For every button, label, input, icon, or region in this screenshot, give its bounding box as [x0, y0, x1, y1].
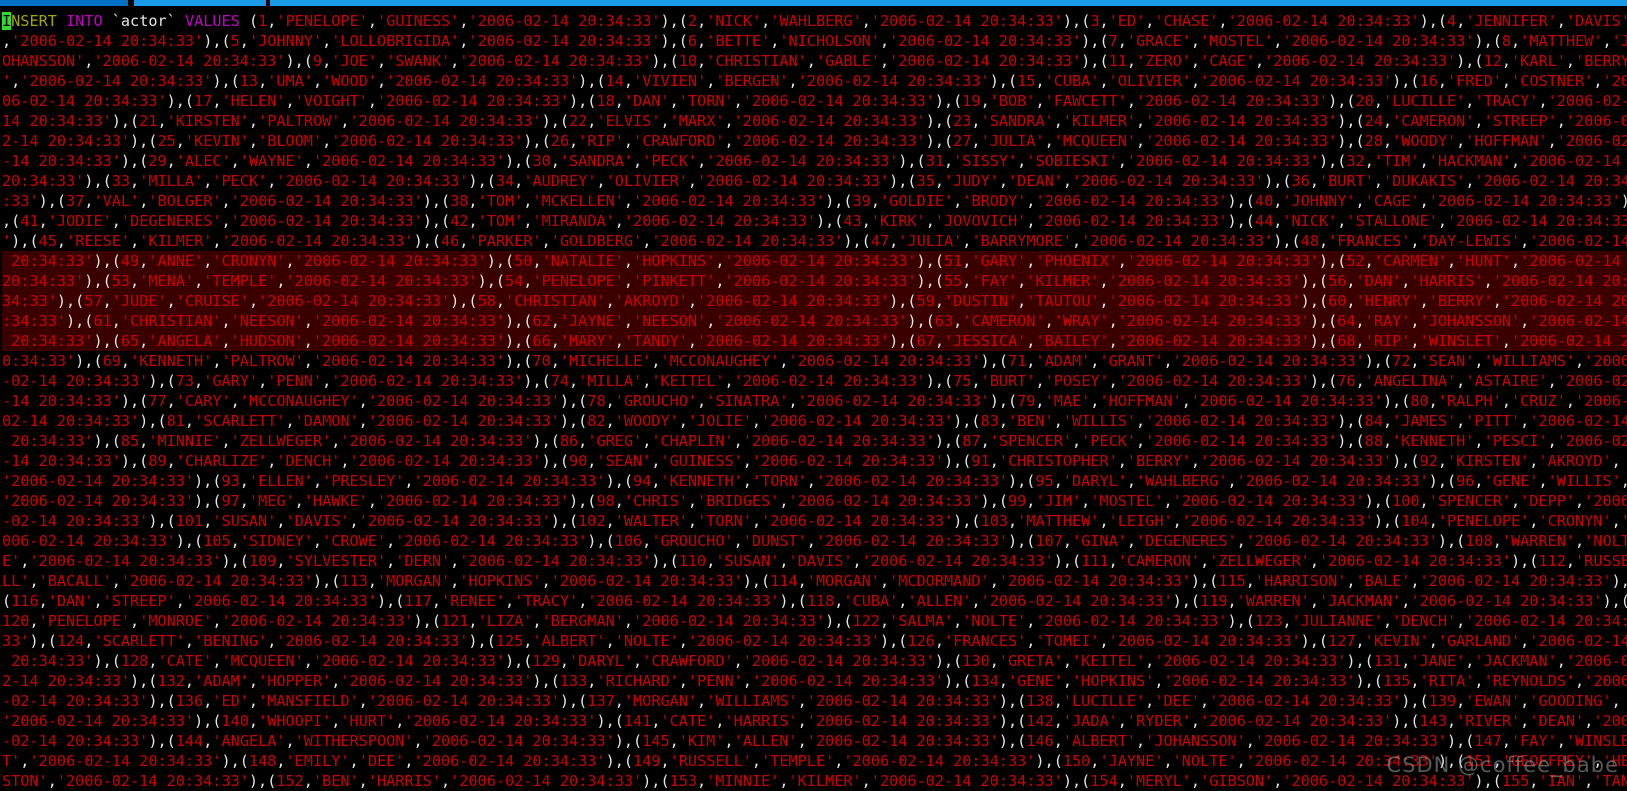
code-line[interactable]: :34:33'),(61,'CHRISTIAN','NEESON','2006-… — [2, 311, 1627, 331]
code-line[interactable]: E','2006-02-14 20:34:33'),(109,'SYLVESTE… — [2, 551, 1627, 571]
code-line[interactable]: '2006-02-14 20:34:33'),(140,'WHOOPI','HU… — [2, 711, 1627, 731]
code-line[interactable]: 20:34:33'),(128,'CATE','MCQUEEN','2006-0… — [2, 651, 1627, 671]
code-line[interactable]: '2006-02-14 20:34:33'),(93,'ELLEN','PRES… — [2, 471, 1627, 491]
code-line[interactable]: 20:34:33'),(53,'MENA','TEMPLE','2006-02-… — [2, 271, 1627, 291]
code-line[interactable]: T','2006-02-14 20:34:33'),(148,'EMILY','… — [2, 751, 1627, 771]
code-line[interactable]: OHANSSON','2006-02-14 20:34:33'),(9,'JOE… — [2, 51, 1627, 71]
code-line[interactable]: -02-14 20:34:33'),(136,'ED','MANSFIELD',… — [2, 691, 1627, 711]
code-line[interactable]: 2-14 20:34:33'),(25,'KEVIN','BLOOM','200… — [2, 131, 1627, 151]
code-line[interactable]: STON','2006-02-14 20:34:33'),(152,'BEN',… — [2, 771, 1627, 791]
code-line[interactable]: 06-02-14 20:34:33'),(17,'HELEN','VOIGHT'… — [2, 91, 1627, 111]
code-line[interactable]: 20:34:33'),(33,'MILLA','PECK','2006-02-1… — [2, 171, 1627, 191]
code-line[interactable]: 20:34:33'),(85,'MINNIE','ZELLWEGER','200… — [2, 431, 1627, 451]
code-line[interactable]: '),(45,'REESE','KILMER','2006-02-14 20:3… — [2, 231, 1627, 251]
code-line[interactable]: 34:33'),(57,'JUDE','CRUISE','2006-02-14 … — [2, 291, 1627, 311]
code-line[interactable]: (116,'DAN','STREEP','2006-02-14 20:34:33… — [2, 591, 1627, 611]
code-line[interactable]: -14 20:34:33'),(89,'CHARLIZE','DENCH','2… — [2, 451, 1627, 471]
code-line[interactable]: 02-14 20:34:33'),(81,'SCARLETT','DAMON',… — [2, 411, 1627, 431]
code-line[interactable]: 120,'PENELOPE','MONROE','2006-02-14 20:3… — [2, 611, 1627, 631]
code-line[interactable]: ','2006-02-14 20:34:33'),(13,'UMA','WOOD… — [2, 71, 1627, 91]
code-line[interactable]: -02-14 20:34:33'),(101,'SUSAN','DAVIS','… — [2, 511, 1627, 531]
code-line[interactable]: -02-14 20:34:33'),(144,'ANGELA','WITHERS… — [2, 731, 1627, 751]
progress-bar-underline — [0, 6, 1627, 9]
code-line[interactable]: 33'),(124,'SCARLETT','BENING','2006-02-1… — [2, 631, 1627, 651]
code-line[interactable]: 20:34:33'),(49,'ANNE','CRONYN','2006-02-… — [2, 251, 1627, 271]
sql-code-viewport[interactable]: INSERT INTO `actor` VALUES (1,'PENELOPE'… — [0, 9, 1627, 791]
code-line[interactable]: 20:34:33'),(65,'ANGELA','HUDSON','2006-0… — [2, 331, 1627, 351]
code-line[interactable]: 006-02-14 20:34:33'),(105,'SIDNEY','CROW… — [2, 531, 1627, 551]
code-line[interactable]: 2-14 20:34:33'),(132,'ADAM','HOPPER','20… — [2, 671, 1627, 691]
code-line[interactable]: -14 20:34:33'),(29,'ALEC','WAYNE','2006-… — [2, 151, 1627, 171]
code-line[interactable]: LL','BACALL','2006-02-14 20:34:33'),(113… — [2, 571, 1627, 591]
sql-code-lines[interactable]: INSERT INTO `actor` VALUES (1,'PENELOPE'… — [0, 9, 1627, 791]
code-line[interactable]: INSERT INTO `actor` VALUES (1,'PENELOPE'… — [2, 11, 1627, 31]
text-cursor: I — [2, 12, 12, 30]
code-line[interactable]: ,'2006-02-14 20:34:33'),(5,'JOHNNY','LOL… — [2, 31, 1627, 51]
code-line[interactable]: ,(41,'JODIE','DEGENERES','2006-02-14 20:… — [2, 211, 1627, 231]
code-line[interactable]: :33'),(37,'VAL','BOLGER','2006-02-14 20:… — [2, 191, 1627, 211]
code-line[interactable]: 0:34:33'),(69,'KENNETH','PALTROW','2006-… — [2, 351, 1627, 371]
code-line[interactable]: 14 20:34:33'),(21,'KIRSTEN','PALTROW','2… — [2, 111, 1627, 131]
code-line[interactable]: -14 20:34:33'),(77,'CARY','MCCONAUGHEY',… — [2, 391, 1627, 411]
code-line[interactable]: -02-14 20:34:33'),(73,'GARY','PENN','200… — [2, 371, 1627, 391]
code-line[interactable]: '2006-02-14 20:34:33'),(97,'MEG','HAWKE'… — [2, 491, 1627, 511]
